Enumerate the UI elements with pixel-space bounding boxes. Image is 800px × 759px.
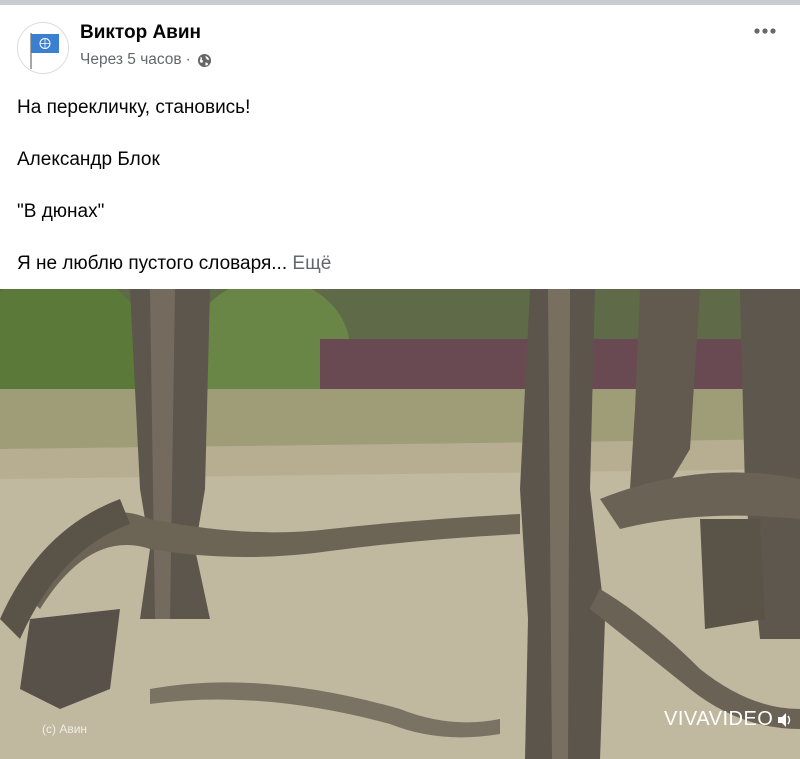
vivavideo-watermark: VIVAVIDEO <box>664 708 795 731</box>
author-name[interactable]: Виктор Авин <box>80 22 201 44</box>
post-text-truncated: Я не люблю пустого словаря... <box>17 253 288 274</box>
video-watermark-copyright: (c) Авин <box>42 722 88 736</box>
post-text: На перекличку, становись! Александр Блок… <box>17 95 777 303</box>
meta-separator: · <box>185 51 191 68</box>
post-text-line: "В дюнах" <box>17 201 105 222</box>
more-options-button[interactable] <box>750 19 780 43</box>
avatar[interactable] <box>17 22 69 74</box>
post-time[interactable]: Через 5 часов <box>80 51 182 69</box>
sound-icon <box>778 712 791 727</box>
video-player[interactable] <box>0 289 800 759</box>
post-meta: Через 5 часов · <box>80 51 212 69</box>
post-text-line: Александр Блок <box>17 149 160 170</box>
un-flag-icon <box>30 33 59 69</box>
vivavideo-watermark-text: VIVAVIDEO <box>664 708 774 730</box>
post-header: Виктор Авин Через 5 часов · <box>0 5 800 80</box>
post-text-line: На перекличку, становись! <box>17 97 251 118</box>
video-frame <box>0 289 800 759</box>
see-more-link[interactable]: Ещё <box>292 253 331 274</box>
post-text-line: Я не люблю пустого словаря... Ещё <box>17 251 777 277</box>
more-options-icon <box>754 28 776 34</box>
globe-icon[interactable] <box>197 53 212 68</box>
